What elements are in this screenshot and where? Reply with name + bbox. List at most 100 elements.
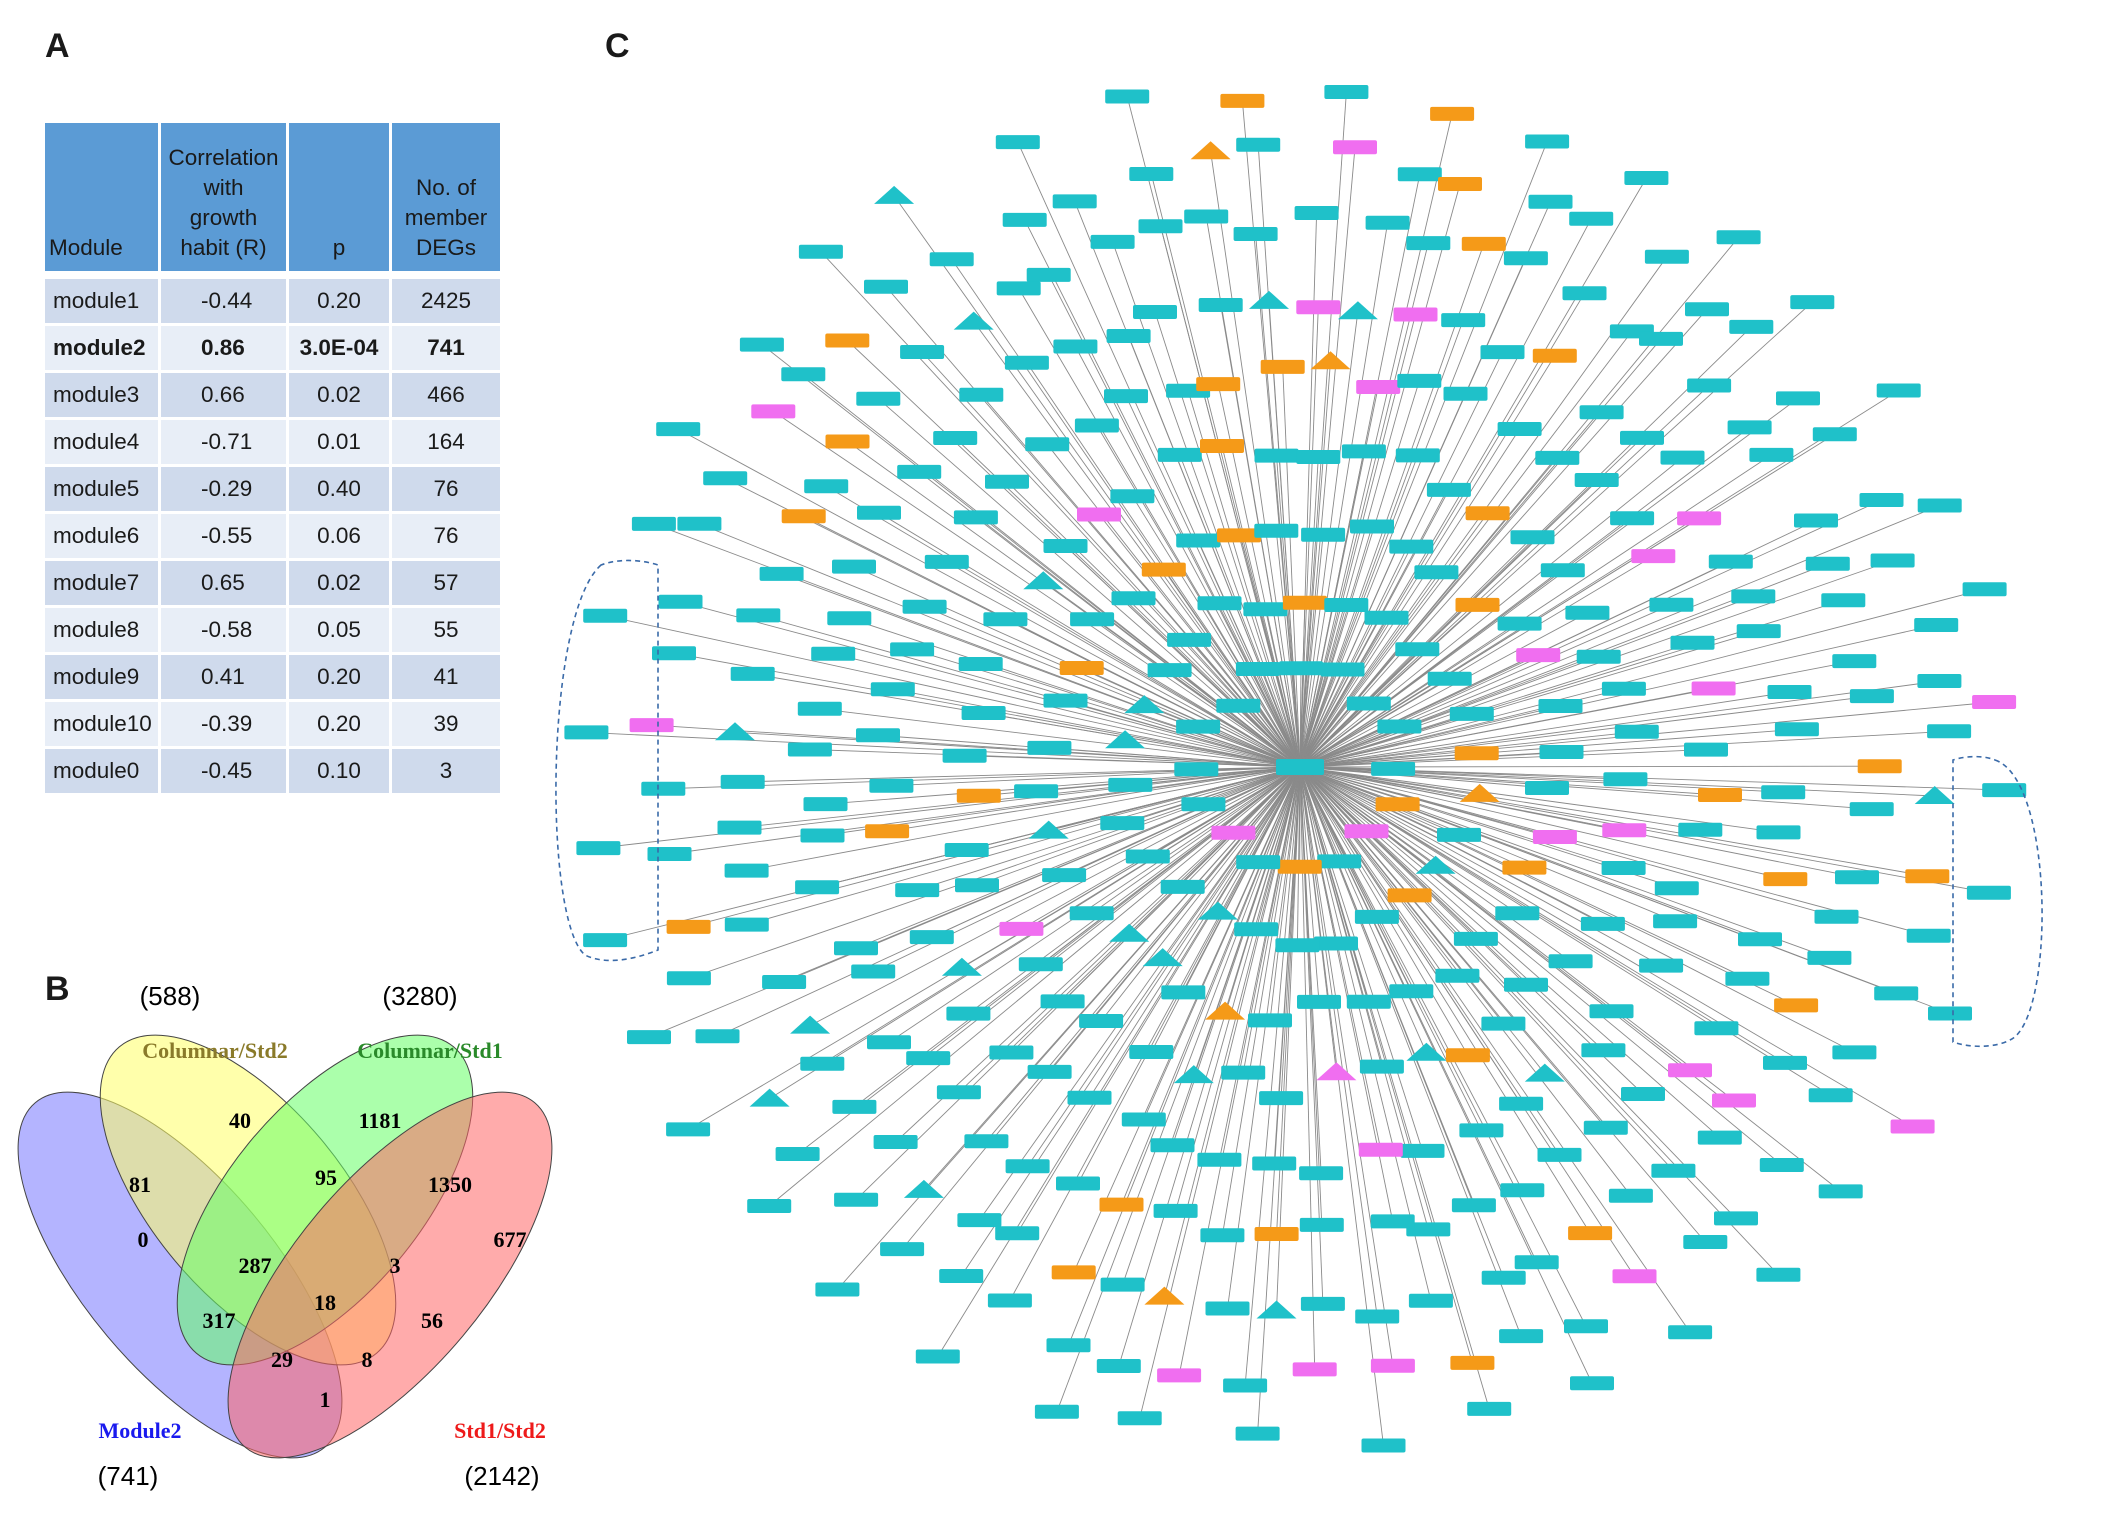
network-node <box>1794 513 1838 528</box>
network-node <box>1040 994 1085 1009</box>
network-node <box>1105 89 1150 104</box>
network-node <box>1141 562 1186 577</box>
network-node <box>1004 355 1049 370</box>
network-node <box>1539 745 1584 759</box>
network-node <box>1684 742 1728 757</box>
network-node <box>1467 1401 1512 1416</box>
network-node <box>1275 938 1320 953</box>
network-node <box>1067 1090 1112 1105</box>
network-node <box>1395 448 1440 463</box>
network-node <box>1014 784 1059 799</box>
network-node <box>1525 134 1570 149</box>
network-node-triangle <box>1109 923 1150 942</box>
cell-p: 0.06 <box>289 514 392 561</box>
network-node <box>1005 1159 1050 1174</box>
venn-count-m2-s1: 317 <box>203 1308 236 1333</box>
network-node <box>717 820 762 835</box>
network-node <box>1731 589 1776 604</box>
table-row: module3 0.66 0.02 466 <box>45 373 500 420</box>
network-node <box>1683 1235 1728 1249</box>
network-node <box>703 471 748 486</box>
network-node <box>1653 914 1698 929</box>
cell-module: module9 <box>45 655 161 702</box>
network-node <box>1317 854 1362 869</box>
cell-module: module10 <box>45 702 161 749</box>
network-node <box>724 863 769 878</box>
network-node <box>1639 331 1683 346</box>
network-node <box>739 337 784 352</box>
table-row: module6 -0.55 0.06 76 <box>45 514 500 561</box>
network-node <box>647 847 692 861</box>
network-node <box>1459 1123 1504 1138</box>
network-node <box>944 843 989 857</box>
network-node-triangle <box>1256 1300 1297 1319</box>
venn-label-columnar-std2: Columnar/Std2 <box>142 1038 287 1063</box>
cell-member-degs: 164 <box>392 420 500 467</box>
module-correlation-table: Module Correlation with growth habit (R) p … <box>45 123 500 796</box>
network-node <box>1535 450 1580 465</box>
network-node-triangle <box>941 957 982 976</box>
network-node <box>1300 1296 1345 1311</box>
cell-p: 0.20 <box>289 702 392 749</box>
network-node <box>1670 635 1715 650</box>
network-node <box>985 474 1029 489</box>
venn-count-m2-s1-std: 29 <box>271 1347 293 1372</box>
header-line: No. of <box>415 175 477 200</box>
network-node <box>946 1006 991 1021</box>
network-node <box>1096 1359 1141 1373</box>
network-node <box>564 725 609 740</box>
cell-correlation: -0.55 <box>161 514 289 561</box>
network-node <box>851 964 896 979</box>
network-node <box>873 1135 918 1149</box>
network-node <box>1176 719 1221 734</box>
cell-module: module5 <box>45 467 161 514</box>
network-node <box>1697 1130 1742 1145</box>
network-node <box>956 788 1001 803</box>
network-node <box>1528 194 1573 209</box>
network-node <box>1660 450 1705 465</box>
network-node <box>1917 674 1962 688</box>
network-node <box>1233 227 1278 241</box>
network-hub-node <box>1276 759 1324 775</box>
network-node <box>1211 825 1256 840</box>
table-row: module7 0.65 0.02 57 <box>45 561 500 608</box>
network-node <box>1069 906 1114 921</box>
network-node <box>1174 762 1219 777</box>
network-node <box>897 464 942 479</box>
cell-member-degs: 41 <box>392 655 500 702</box>
network-node <box>1568 1226 1613 1241</box>
network-node <box>857 505 901 520</box>
network-node <box>964 1134 1009 1149</box>
network-node <box>1767 685 1812 699</box>
network-node <box>955 878 999 893</box>
cell-p: 0.40 <box>289 467 392 514</box>
network-node <box>1292 1362 1337 1377</box>
network-node <box>1197 1152 1242 1167</box>
network-node <box>1548 954 1593 969</box>
network-node <box>1857 759 1902 774</box>
network-node <box>1074 418 1119 433</box>
network-node <box>1445 1048 1490 1063</box>
network-node-triangle <box>1028 820 1069 839</box>
network-node <box>1514 1255 1559 1270</box>
network-node <box>929 252 974 267</box>
network-edge <box>1112 241 1301 768</box>
network-node <box>909 930 954 945</box>
network-node <box>999 921 1044 936</box>
network-node <box>1687 378 1732 393</box>
network-node <box>856 391 901 406</box>
network-node <box>1395 642 1440 657</box>
network-node <box>870 682 915 697</box>
network-node <box>1612 1269 1657 1284</box>
network-node <box>1027 740 1072 755</box>
network-node <box>1890 1119 1935 1134</box>
network-node <box>933 431 978 445</box>
network-node-triangle <box>1337 301 1378 320</box>
network-node <box>1200 1228 1245 1243</box>
network-node <box>924 554 969 569</box>
network-node <box>1197 596 1242 611</box>
network-node <box>1564 1319 1608 1334</box>
cell-module: module0 <box>45 749 161 796</box>
header-line: DEGs <box>415 235 476 260</box>
network-node <box>1160 879 1205 894</box>
